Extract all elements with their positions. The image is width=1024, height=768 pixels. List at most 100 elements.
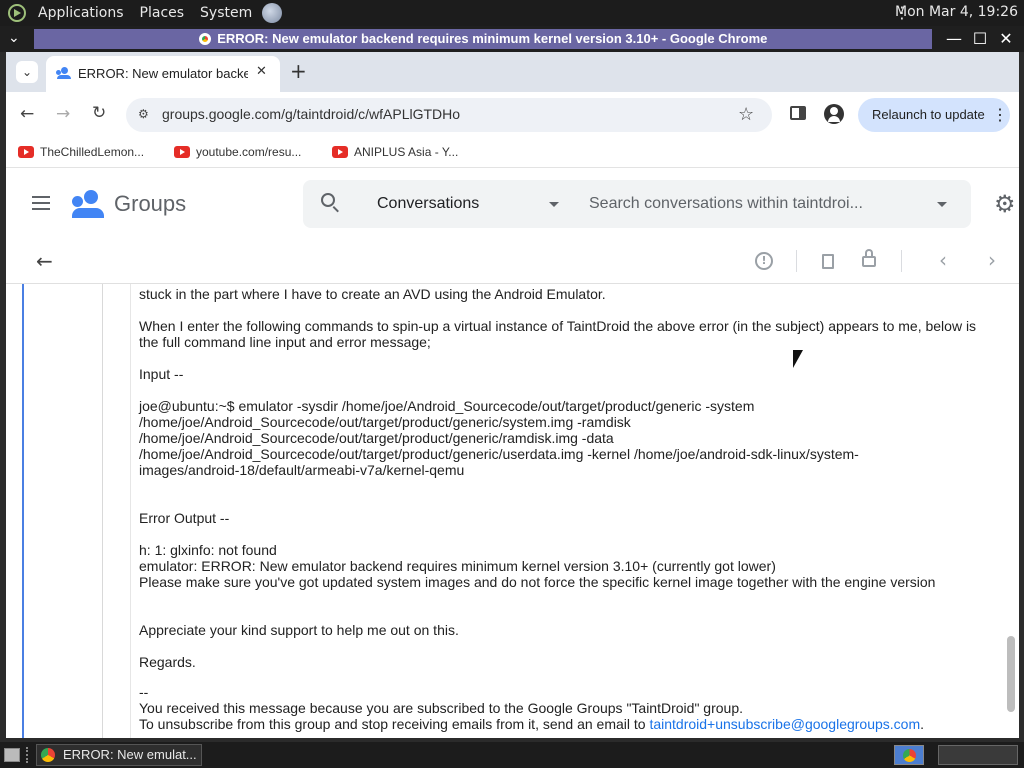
message-line: Appreciate your kind support to help me … <box>139 622 459 638</box>
message-line: Please make sure you've got updated syst… <box>139 574 936 590</box>
bookmark-item[interactable]: ANIPLUS Asia - Y... <box>332 145 458 159</box>
menu-applications[interactable]: Applications <box>38 5 124 21</box>
bookmark-item[interactable]: youtube.com/resu... <box>174 145 301 159</box>
message-line: Error Output -- <box>139 510 230 526</box>
message-body: stuck in the part where I have to create… <box>6 284 1019 738</box>
message-line: You received this message because you ar… <box>139 700 743 716</box>
search-scope-select[interactable]: Conversations <box>377 195 479 213</box>
message-line: the full command line input and error me… <box>139 334 431 350</box>
message-line: -- <box>139 684 149 700</box>
delete-icon[interactable] <box>822 254 834 269</box>
globe-icon[interactable] <box>262 3 283 23</box>
scope-dropdown-icon[interactable] <box>549 202 559 207</box>
conversation-toolbar: ← ! ‹ › <box>6 238 1019 284</box>
window-title-text: ERROR: New emulator backend requires min… <box>217 31 768 46</box>
url-text[interactable]: groups.google.com/g/taintdroid/c/wfAPLlG… <box>162 106 460 122</box>
bookmark-star-icon[interactable]: ☆ <box>738 104 754 125</box>
unsubscribe-line: To unsubscribe from this group and stop … <box>139 716 924 732</box>
show-desktop-icon[interactable] <box>4 748 20 762</box>
minimize-button[interactable]: — <box>944 28 964 50</box>
menu-system[interactable]: System <box>200 5 252 21</box>
relaunch-button[interactable]: Relaunch to update ⋮ <box>858 98 1010 132</box>
thread-divider <box>102 284 103 738</box>
divider <box>901 250 902 272</box>
tray-chrome-icon[interactable] <box>894 745 924 765</box>
taskbar-item-label: ERROR: New emulat... <box>63 747 197 762</box>
lock-icon[interactable] <box>862 249 876 267</box>
maximize-button[interactable]: ☐ <box>970 28 990 50</box>
tab-active[interactable]: ERROR: New emulator backend requires min… <box>46 56 280 92</box>
tab-title: ERROR: New emulator backend requires min… <box>78 66 248 81</box>
bookmark-label: youtube.com/resu... <box>196 145 302 159</box>
bookmark-label: TheChilledLemon... <box>40 145 145 159</box>
back-to-list-button[interactable]: ← <box>36 249 53 273</box>
tab-search-button[interactable]: ⌄ <box>16 61 38 83</box>
message-line: /home/joe/Android_Sourcecode/out/target/… <box>139 414 631 430</box>
report-icon[interactable]: ! <box>755 252 773 270</box>
youtube-icon <box>174 146 190 158</box>
search-icon[interactable] <box>321 193 339 213</box>
settings-gear-icon[interactable]: ⚙ <box>994 190 1016 218</box>
search-input[interactable]: Search conversations within taintdroi... <box>589 195 863 213</box>
mouse-cursor-icon <box>793 350 803 368</box>
message-line: images/android-18/default/armeabi-v7a/ke… <box>139 462 465 478</box>
hamburger-menu-icon[interactable] <box>32 196 50 210</box>
unsubscribe-text: To unsubscribe from this group and stop … <box>139 716 650 732</box>
taskbar-window-item[interactable]: ERROR: New emulat... <box>36 744 202 766</box>
tab-strip: ⌄ ERROR: New emulator backend requires m… <box>6 52 1019 92</box>
groups-logo-icon[interactable] <box>72 188 106 218</box>
groups-brand[interactable]: Groups <box>114 191 186 217</box>
system-panel: Applications Places System ⋮ Mon Mar 4, … <box>0 0 1024 26</box>
window-menu-chevron-icon[interactable]: ⌄ <box>8 30 20 46</box>
youtube-icon <box>332 146 348 158</box>
quote-divider <box>130 284 131 738</box>
next-conversation-icon[interactable]: › <box>988 248 996 272</box>
message-line: joe@ubuntu:~$ emulator -sysdir /home/joe… <box>139 398 755 414</box>
site-info-icon[interactable]: ⚙ <box>138 107 149 121</box>
message-line: Input -- <box>139 366 184 382</box>
message-line: stuck in the part where I have to create… <box>139 286 606 302</box>
forward-button[interactable]: → <box>56 104 70 124</box>
clock: Mon Mar 4, 19:26 <box>895 4 1018 20</box>
bookmark-item[interactable]: TheChilledLemon... <box>18 145 144 159</box>
taskbar-handle-icon <box>26 747 30 763</box>
bookmarks-bar: TheChilledLemon... youtube.com/resu... A… <box>6 138 1019 168</box>
groups-favicon-icon <box>56 67 72 79</box>
bookmark-label: ANIPLUS Asia - Y... <box>354 145 459 159</box>
search-options-dropdown-icon[interactable] <box>937 202 947 207</box>
new-tab-button[interactable]: + <box>290 59 307 83</box>
system-logo-icon[interactable] <box>8 4 26 22</box>
reload-button[interactable]: ↻ <box>92 103 106 123</box>
browser-window: ⌄ ERROR: New emulator backend requires m… <box>6 52 1019 738</box>
message-line: /home/joe/Android_Sourcecode/out/target/… <box>139 446 859 462</box>
message-line: /home/joe/Android_Sourcecode/out/target/… <box>139 430 614 446</box>
groups-search-bar: Conversations Search conversations withi… <box>303 180 971 228</box>
relaunch-label: Relaunch to update <box>872 107 985 122</box>
chrome-logo-icon <box>41 748 55 762</box>
unsubscribe-email-link[interactable]: taintdroid+unsubscribe@googlegroups.com <box>649 716 920 732</box>
message-line: When I enter the following commands to s… <box>139 318 977 334</box>
close-window-button[interactable]: ✕ <box>996 28 1016 50</box>
unsubscribe-tail: . <box>920 716 925 732</box>
message-line: Regards. <box>139 654 196 670</box>
thread-indicator-bar <box>22 284 24 738</box>
profile-avatar-icon[interactable] <box>824 104 844 124</box>
menu-places[interactable]: Places <box>140 5 185 21</box>
groups-header: Groups Conversations Search conversation… <box>6 168 1019 238</box>
side-panel-icon[interactable] <box>790 106 806 120</box>
page-scrollbar[interactable] <box>1007 636 1015 712</box>
message-line: h: 1: glxinfo: not found <box>139 542 277 558</box>
previous-conversation-icon[interactable]: ‹ <box>939 248 947 272</box>
window-title-bar: ⌄ ERROR: New emulator backend requires m… <box>0 26 1024 52</box>
window-title: ERROR: New emulator backend requires min… <box>34 29 932 49</box>
taskbar: ERROR: New emulat... <box>0 742 1024 768</box>
divider <box>796 250 797 272</box>
back-button[interactable]: ← <box>20 104 34 124</box>
address-bar[interactable]: ⚙ groups.google.com/g/taintdroid/c/wfAPL… <box>126 98 772 132</box>
more-menu-icon[interactable]: ⋮ <box>992 105 1008 125</box>
tab-close-icon[interactable]: ✕ <box>256 64 267 79</box>
browser-toolbar: ← → ↻ ⚙ groups.google.com/g/taintdroid/c… <box>6 92 1019 138</box>
chrome-logo-icon <box>198 33 211 45</box>
workspace-switcher[interactable] <box>938 745 1018 765</box>
youtube-icon <box>18 146 34 158</box>
